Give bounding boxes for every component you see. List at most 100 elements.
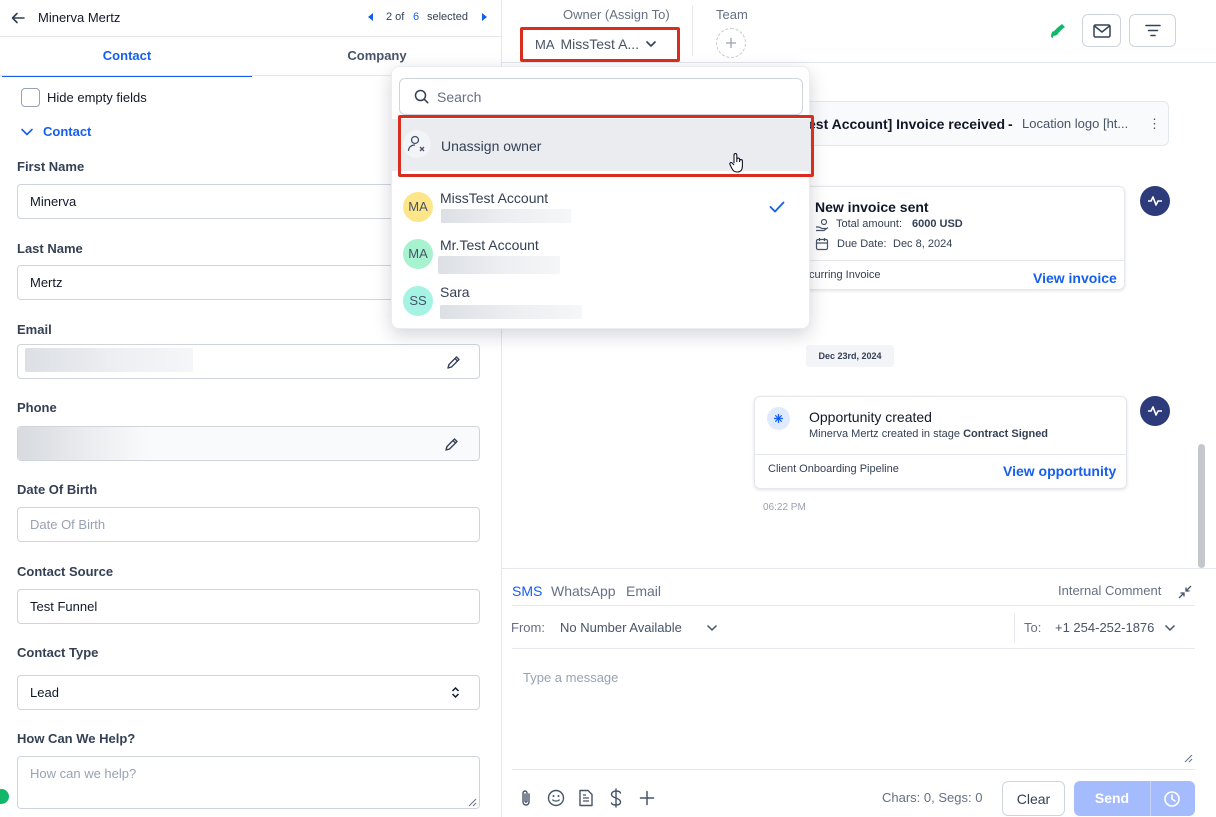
type-select[interactable]: Lead <box>17 675 480 710</box>
composer-divider <box>502 568 1216 569</box>
pencil-icon[interactable] <box>446 355 461 370</box>
invoice-card: New invoice sent Total amount: 6000 USD … <box>760 186 1125 290</box>
first-name-label: First Name <box>17 159 85 174</box>
redacted-email <box>441 209 571 223</box>
user-option[interactable]: SS Sara <box>392 278 809 325</box>
from-value: No Number Available <box>560 620 682 635</box>
document-icon[interactable] <box>578 789 594 807</box>
chevron-down-icon <box>706 624 717 631</box>
search-placeholder: Search <box>437 89 482 105</box>
to-select[interactable]: +1 254-252-1876 <box>1047 614 1195 641</box>
user-option[interactable]: MA Mr.Test Account <box>392 231 809 278</box>
user-name: MissTest Account <box>440 190 549 206</box>
divider <box>755 454 1126 455</box>
more-icon[interactable]: ⋮ <box>1148 116 1161 132</box>
tab-email[interactable]: Email <box>626 583 661 599</box>
composer-divider <box>512 648 1195 649</box>
divider <box>1150 781 1151 816</box>
unassign-highlight-box <box>398 115 814 177</box>
internal-comment-tab[interactable]: Internal Comment <box>1058 583 1161 598</box>
prev-arrow-icon[interactable] <box>367 12 375 22</box>
avatar: MA <box>403 192 433 222</box>
pager-current: 2 of <box>386 11 405 23</box>
add-team-button[interactable] <box>716 28 746 58</box>
chevron-down-icon <box>1165 624 1176 631</box>
phone-call-icon[interactable] <box>1048 19 1070 41</box>
filter-button[interactable] <box>1129 14 1176 47</box>
plus-icon[interactable] <box>639 790 655 806</box>
hide-empty-checkbox[interactable] <box>21 88 40 107</box>
dollar-icon[interactable] <box>609 788 623 808</box>
user-option[interactable]: MA MissTest Account <box>392 184 809 231</box>
hide-empty-label: Hide empty fields <box>47 90 147 105</box>
search-icon <box>414 89 429 104</box>
invoice-footer: curring Invoice <box>809 269 881 281</box>
resize-handle-icon[interactable] <box>467 797 477 807</box>
select-arrows-icon <box>451 686 460 699</box>
divider <box>807 260 1125 261</box>
redacted-email <box>440 305 582 319</box>
email-label: Email <box>17 322 52 337</box>
email-subject: est Account] Invoice received <box>808 116 1006 132</box>
email-input[interactable] <box>17 344 480 379</box>
avatar: SS <box>403 286 433 316</box>
to-label: To: <box>1024 620 1042 635</box>
due-value: Dec 8, 2024 <box>893 238 953 250</box>
envelope-icon <box>1092 23 1111 38</box>
opportunity-desc: Minerva Mertz created in stage Contract … <box>809 428 1048 440</box>
due-label: Due Date: <box>837 238 887 250</box>
emoji-icon[interactable] <box>547 789 565 807</box>
phone-input[interactable] <box>17 426 480 461</box>
plus-icon <box>726 38 736 48</box>
redacted-email <box>438 256 560 274</box>
dob-label: Date Of Birth <box>17 482 98 497</box>
help-textarea[interactable]: How can we help? <box>17 756 480 809</box>
pipeline-name: Client Onboarding Pipeline <box>768 463 899 475</box>
resize-handle-icon[interactable] <box>1183 753 1193 763</box>
search-input[interactable]: Search <box>399 78 803 115</box>
schedule-icon[interactable] <box>1163 790 1181 808</box>
char-counter: Chars: 0, Segs: 0 <box>882 790 983 805</box>
feed-scrollbar[interactable] <box>1198 444 1205 568</box>
pager-suffix: selected <box>427 11 468 23</box>
owner-label: Owner (Assign To) <box>563 7 670 22</box>
composer-divider <box>512 769 1195 770</box>
owner-dropdown: Search Unassign owner MA MissTest Accoun… <box>391 66 814 329</box>
view-opportunity-link[interactable]: View opportunity <box>1003 463 1116 479</box>
calendar-icon <box>815 237 829 251</box>
user-name: Sara <box>440 284 470 300</box>
tab-whatsapp[interactable]: WhatsApp <box>551 583 616 599</box>
email-activity-item[interactable]: est Account] Invoice received - Location… <box>760 101 1169 146</box>
from-select[interactable]: No Number Available <box>551 614 727 641</box>
next-arrow-icon[interactable] <box>480 12 488 22</box>
clear-button[interactable]: Clear <box>1002 781 1065 816</box>
chevron-down-icon[interactable] <box>20 126 34 138</box>
source-input[interactable]: Test Funnel <box>17 589 480 624</box>
tab-contact[interactable]: Contact <box>2 37 252 77</box>
opportunity-icon <box>767 407 790 430</box>
message-input[interactable]: Type a message <box>512 662 1195 764</box>
hand-coins-icon <box>815 218 829 232</box>
send-button[interactable]: Send <box>1074 781 1150 816</box>
dob-input[interactable]: Date Of Birth <box>17 507 480 542</box>
to-value: +1 254-252-1876 <box>1055 620 1155 635</box>
invoice-title: New invoice sent <box>815 199 929 215</box>
type-value: Lead <box>30 685 59 700</box>
send-group: Send <box>1074 781 1195 816</box>
view-invoice-link[interactable]: View invoice <box>1033 270 1117 286</box>
avatar: MA <box>403 239 433 269</box>
email-separator: - <box>1008 116 1013 132</box>
contact-header: Minerva Mertz 2 of 6 selected <box>0 0 502 37</box>
tab-sms[interactable]: SMS <box>512 583 542 599</box>
redacted-email <box>25 348 193 372</box>
section-title[interactable]: Contact <box>43 124 91 139</box>
attachment-icon[interactable] <box>519 789 533 807</box>
message-time: 06:22 PM <box>763 502 806 513</box>
pencil-icon[interactable] <box>444 437 459 452</box>
date-chip: Dec 23rd, 2024 <box>806 345 894 367</box>
collapse-icon[interactable] <box>1178 585 1192 599</box>
divider <box>692 6 693 56</box>
type-label: Contact Type <box>17 645 99 660</box>
back-arrow-icon[interactable] <box>10 10 26 26</box>
email-button[interactable] <box>1082 14 1121 47</box>
